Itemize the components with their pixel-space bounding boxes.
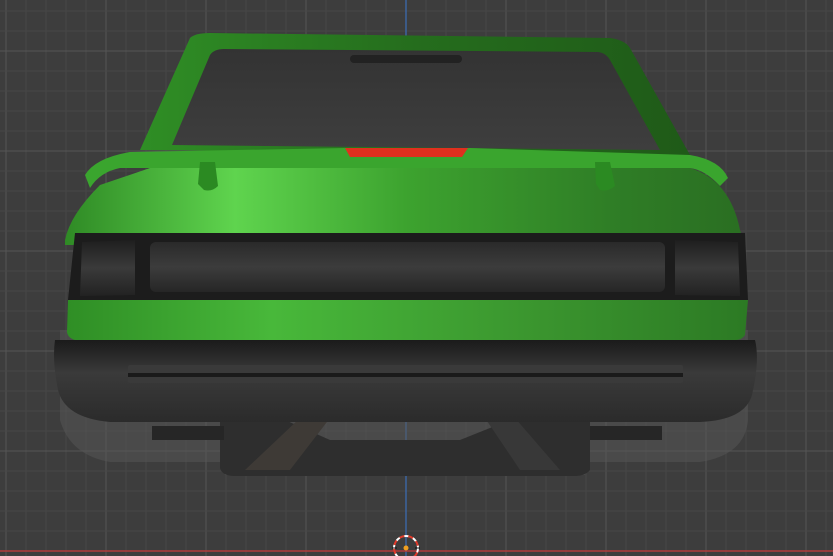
tail-light-left	[80, 240, 135, 296]
tail-light-right	[675, 240, 740, 296]
bumper-vent-slot	[128, 373, 683, 377]
bumper-upper-green	[67, 300, 748, 340]
spoiler-mount-left	[198, 162, 218, 191]
bumper-lip-right	[590, 426, 662, 440]
car-rear-model[interactable]	[54, 33, 757, 476]
viewport-canvas[interactable]	[0, 0, 833, 556]
rear-garnish-panel	[150, 242, 665, 292]
3d-viewport[interactable]	[0, 0, 833, 556]
bumper-lip-left	[152, 426, 224, 440]
third-brake-light	[345, 148, 468, 157]
window-wiper-slot	[350, 55, 462, 63]
rear-window	[172, 49, 660, 150]
